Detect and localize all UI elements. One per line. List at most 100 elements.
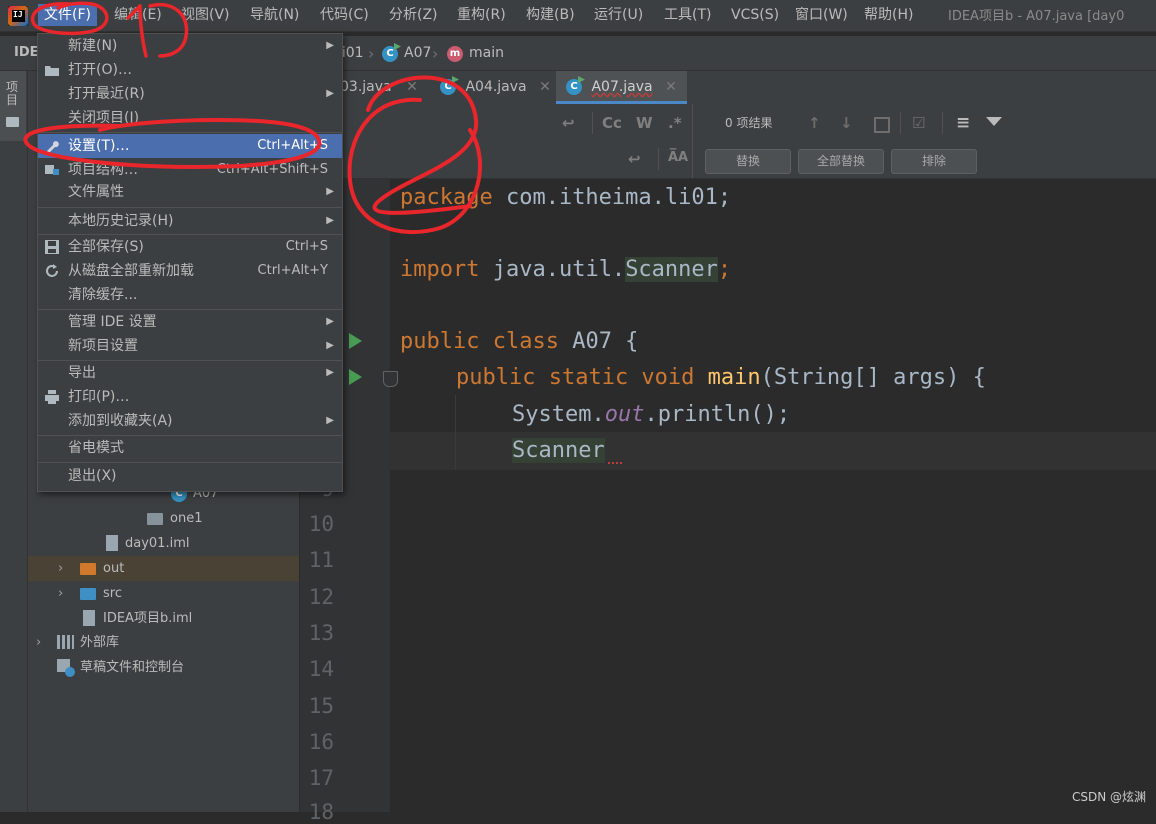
result-count: 0 项结果 xyxy=(725,116,773,130)
search-in-selection-icon[interactable]: ☑ xyxy=(912,114,925,132)
replace-button[interactable]: 替换 xyxy=(705,149,791,174)
menu-item-export[interactable]: 导出 ▶ xyxy=(38,361,342,385)
newline-icon[interactable]: ↩ xyxy=(562,114,575,132)
menu-analyze[interactable]: 分析(Z) xyxy=(383,4,444,26)
submenu-arrow-icon: ▶ xyxy=(326,215,334,226)
replace-newline-icon[interactable]: ↩ xyxy=(628,150,641,168)
menu-item-new[interactable]: 新建(N) ▶ xyxy=(38,34,342,58)
tree-item-out[interactable]: › out xyxy=(28,556,299,581)
java-class-icon: C xyxy=(440,79,456,95)
code-line-scanner: Scanner xyxy=(512,438,605,463)
menu-item-settings[interactable]: 设置(T)… Ctrl+Alt+S xyxy=(38,134,342,158)
submenu-arrow-icon: ▶ xyxy=(326,340,334,351)
menu-tools[interactable]: 工具(T) xyxy=(658,4,717,26)
caret-line-highlight xyxy=(390,432,1156,470)
menu-item-power-save-mode[interactable]: 省电模式 xyxy=(38,436,342,460)
menu-build[interactable]: 构建(B) xyxy=(520,4,581,26)
submenu-arrow-icon: ▶ xyxy=(326,316,334,327)
menu-item-add-to-favorites[interactable]: 添加到收藏夹(A) ▶ xyxy=(38,409,342,433)
menu-separator xyxy=(38,132,342,133)
tree-item-src[interactable]: › src xyxy=(28,581,299,606)
select-all-occurrences-icon[interactable] xyxy=(874,117,890,133)
divider xyxy=(692,104,693,178)
expand-arrow-icon[interactable]: › xyxy=(58,581,63,606)
java-class-icon: C xyxy=(382,46,398,62)
menu-item-local-history[interactable]: 本地历史记录(H) ▶ xyxy=(38,209,342,233)
close-icon[interactable]: ✕ xyxy=(665,79,677,95)
method-icon: m xyxy=(447,46,463,62)
menu-edit[interactable]: 编辑(E) xyxy=(108,4,168,26)
menu-help[interactable]: 帮助(H) xyxy=(858,4,919,26)
menu-separator xyxy=(38,462,342,463)
menu-item-open[interactable]: 打开(O)… xyxy=(38,58,342,82)
run-method-icon[interactable] xyxy=(349,369,362,385)
error-squiggle xyxy=(608,458,622,464)
tree-item-project-iml[interactable]: IDEA项目b.iml xyxy=(28,606,299,631)
divider xyxy=(942,112,943,134)
expand-arrow-icon[interactable]: › xyxy=(58,556,63,581)
tab-label: A04.java xyxy=(465,79,527,95)
menu-item-exit[interactable]: 退出(X) xyxy=(38,464,342,488)
previous-occurrence-icon[interactable]: ↑ xyxy=(808,114,821,132)
words-toggle[interactable]: W xyxy=(636,114,653,132)
preserve-case-toggle[interactable]: A̅A xyxy=(668,150,688,165)
folder-open-icon xyxy=(44,62,60,78)
menu-file[interactable]: 文件(F) xyxy=(38,4,97,26)
exclude-button[interactable]: 排除 xyxy=(891,149,977,174)
tree-item-label: one1 xyxy=(170,511,203,526)
tree-item-day01-iml[interactable]: day01.iml xyxy=(28,531,299,556)
breadcrumb-method[interactable]: main xyxy=(469,45,504,61)
tab-label: A07.java xyxy=(591,79,653,95)
run-class-icon[interactable] xyxy=(349,333,362,349)
project-tool-tab[interactable]: 项目 xyxy=(0,71,26,141)
indent-guide xyxy=(455,395,456,470)
line-number: 15 xyxy=(308,694,334,718)
next-occurrence-icon[interactable]: ↓ xyxy=(840,114,853,132)
menu-item-manage-ide-settings[interactable]: 管理 IDE 设置 ▶ xyxy=(38,310,342,334)
menu-item-file-properties[interactable]: 文件属性 ▶ xyxy=(38,180,342,204)
match-case-toggle[interactable]: Cc xyxy=(602,114,622,132)
menu-view[interactable]: 视图(V) xyxy=(175,4,236,26)
divider xyxy=(900,112,901,134)
menu-item-close-project[interactable]: 关闭项目(J) xyxy=(38,106,342,130)
menu-item-reload-all[interactable]: 从磁盘全部重新加载 Ctrl+Alt+Y xyxy=(38,259,342,283)
expand-arrow-icon[interactable]: › xyxy=(36,630,41,655)
tab-a07[interactable]: C A07.java ✕ xyxy=(556,71,687,104)
multiline-icon[interactable]: ≡ xyxy=(956,113,970,133)
menu-item-save-all[interactable]: 全部保存(S) Ctrl+S xyxy=(38,235,342,259)
line-number: 13 xyxy=(308,621,334,645)
menu-item-open-recent[interactable]: 打开最近(R) ▶ xyxy=(38,82,342,106)
menu-navigate[interactable]: 导航(N) xyxy=(244,4,305,26)
menu-item-print[interactable]: 打印(P)… xyxy=(38,385,342,409)
breadcrumb-class[interactable]: A07 xyxy=(404,45,431,61)
tree-item-scratches[interactable]: 草稿文件和控制台 xyxy=(28,655,299,680)
menu-item-new-project-settings[interactable]: 新项目设置 ▶ xyxy=(38,334,342,358)
tree-item-one1[interactable]: one1 xyxy=(28,506,299,531)
package-icon xyxy=(147,513,163,525)
menu-item-invalidate-caches[interactable]: 清除缓存... xyxy=(38,283,342,307)
line-number: 14 xyxy=(308,657,334,681)
menu-run[interactable]: 运行(U) xyxy=(588,4,649,26)
close-icon[interactable]: ✕ xyxy=(539,79,551,95)
menu-vcs[interactable]: VCS(S) xyxy=(725,4,785,26)
menu-refactor[interactable]: 重构(R) xyxy=(451,4,512,26)
filter-icon[interactable] xyxy=(986,117,1002,126)
menu-code[interactable]: 代码(C) xyxy=(314,4,375,26)
replace-all-button[interactable]: 全部替换 xyxy=(798,149,884,174)
project-tab-label: 项目 xyxy=(6,80,19,107)
regex-toggle[interactable]: .* xyxy=(668,114,682,132)
divider xyxy=(592,112,593,134)
tree-item-label: day01.iml xyxy=(125,536,190,551)
submenu-arrow-icon: ▶ xyxy=(326,40,334,51)
tab-label: 03.java xyxy=(340,79,392,95)
menu-item-project-structure[interactable]: 项目结构… Ctrl+Alt+Shift+S xyxy=(38,158,342,182)
intellij-logo-icon: IJ xyxy=(8,6,28,26)
close-icon[interactable]: ✕ xyxy=(406,79,418,95)
tree-item-label: IDEA项目b.iml xyxy=(103,611,193,626)
tab-a03[interactable]: 03.java ✕ xyxy=(340,71,418,104)
tree-item-external-libraries[interactable]: › 外部库 xyxy=(28,630,299,655)
clock-badge-icon xyxy=(65,667,75,677)
tab-a04[interactable]: C A04.java ✕ xyxy=(430,71,551,104)
fold-marker-icon[interactable] xyxy=(383,371,398,387)
menu-window[interactable]: 窗口(W) xyxy=(789,4,854,26)
